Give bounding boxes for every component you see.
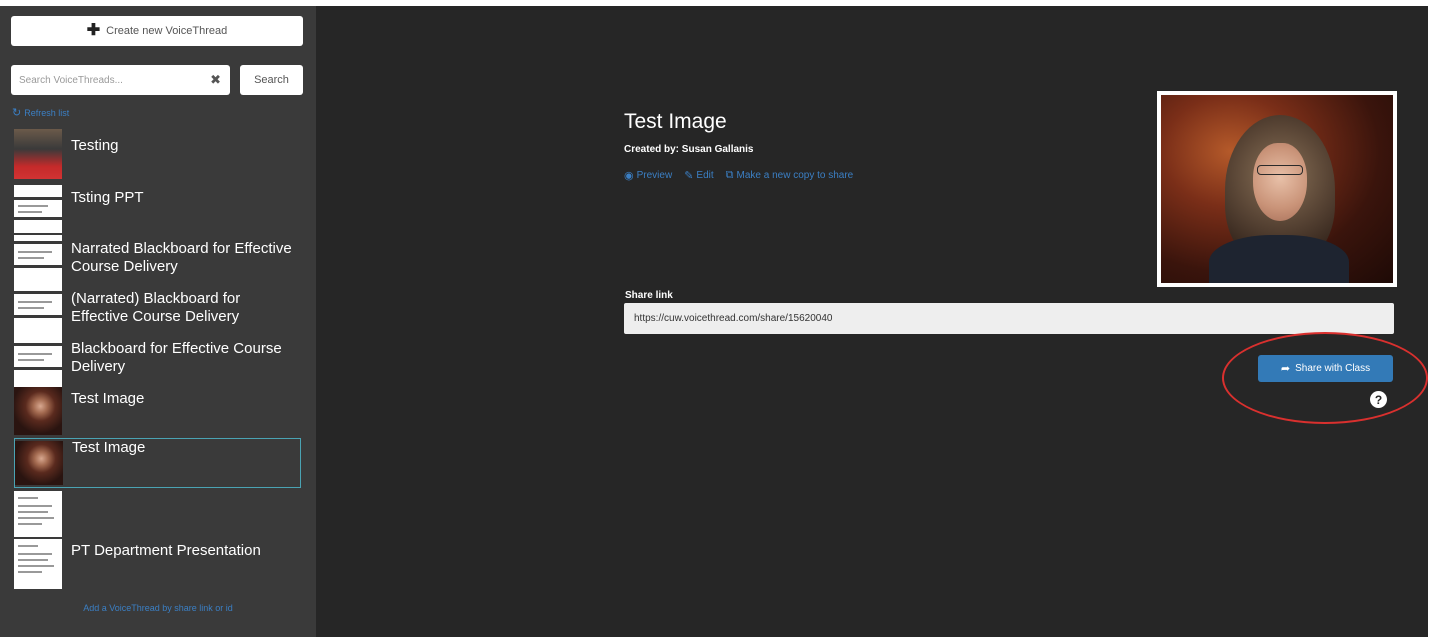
thread-title: Blackboard for Effective Course Delivery — [71, 340, 282, 375]
thread-thumbnail — [14, 387, 62, 435]
thread-item-pt-department[interactable]: PT Department Presentation — [14, 539, 301, 589]
thread-thumbnail — [14, 337, 62, 387]
thread-item-test-image-selected[interactable]: Test Image — [14, 438, 301, 488]
preview-label: Preview — [636, 170, 673, 181]
thread-thumbnail — [14, 185, 62, 233]
created-by-text: Created by: Susan Gallanis — [624, 144, 754, 155]
share-arrow-icon: ➦ — [1280, 363, 1291, 375]
refresh-list-link[interactable]: ↻ Refresh list — [12, 106, 69, 119]
search-button[interactable]: Search — [240, 65, 303, 95]
thread-thumbnail — [14, 539, 62, 589]
share-link-field[interactable]: https://cuw.voicethread.com/share/156200… — [624, 303, 1394, 334]
thread-thumbnail — [15, 441, 63, 485]
thread-item-tsting-ppt[interactable]: Tsting PPT — [14, 185, 301, 233]
thread-item-untitled[interactable] — [14, 489, 301, 537]
thread-thumbnail — [14, 491, 62, 537]
thread-title: Testing — [71, 137, 119, 154]
thread-title: Test Image — [72, 439, 146, 456]
thread-thumbnail — [14, 235, 62, 285]
thread-item-testing[interactable]: Testing — [14, 127, 301, 179]
refresh-list-label: Refresh list — [24, 107, 70, 118]
thread-title: PT Department Presentation — [71, 542, 261, 559]
share-with-class-label: Share with Class — [1295, 363, 1371, 374]
help-icon[interactable]: ? — [1370, 391, 1387, 408]
portrait-photo — [1161, 95, 1393, 283]
main-panel: Test Image Created by: Susan Gallanis ◉ … — [316, 6, 1428, 637]
edit-link[interactable]: ✎ Edit — [684, 169, 713, 182]
copy-icon: ⧉ — [725, 169, 734, 181]
refresh-icon: ↻ — [12, 107, 22, 119]
share-link-label: Share link — [625, 290, 673, 301]
thread-item-narrated-blackboard-2[interactable]: (Narrated) Blackboard for Effective Cour… — [14, 285, 301, 337]
search-box: ✖ — [11, 65, 230, 95]
share-with-class-button[interactable]: ➦ Share with Class — [1258, 355, 1393, 382]
search-input[interactable] — [11, 65, 201, 95]
thread-item-blackboard[interactable]: Blackboard for Effective Course Delivery — [14, 337, 301, 387]
copy-link[interactable]: ⧉ Make a new copy to share — [726, 169, 854, 182]
voicethread-preview-image — [1157, 91, 1397, 287]
action-links: ◉ Preview ✎ Edit ⧉ Make a new copy to sh… — [624, 169, 853, 182]
thread-thumbnail — [14, 129, 62, 179]
edit-icon: ✎ — [684, 170, 694, 182]
thread-title: Tsting PPT — [71, 189, 144, 206]
add-voicethread-link[interactable]: Add a VoiceThread by share link or id — [0, 603, 316, 613]
preview-link[interactable]: ◉ Preview — [624, 169, 672, 182]
thread-title: Narrated Blackboard for Effective Course… — [71, 240, 292, 275]
create-voicethread-label: Create new VoiceThread — [106, 25, 228, 37]
clear-search-icon[interactable]: ✖ — [210, 72, 221, 88]
copy-label: Make a new copy to share — [736, 170, 854, 181]
plus-icon: ✚ — [86, 22, 101, 39]
voicethread-title: Test Image — [624, 110, 727, 133]
app-window: ✚ Create new VoiceThread ✖ Search ↻ Refr… — [0, 0, 1437, 637]
edit-label: Edit — [696, 170, 714, 181]
thread-item-narrated-blackboard[interactable]: Narrated Blackboard for Effective Course… — [14, 235, 301, 285]
thread-title: (Narrated) Blackboard for Effective Cour… — [71, 290, 241, 325]
eye-icon: ◉ — [624, 170, 634, 182]
thread-title: Test Image — [71, 390, 145, 407]
create-voicethread-button[interactable]: ✚ Create new VoiceThread — [11, 16, 303, 46]
thread-item-test-image[interactable]: Test Image — [14, 385, 301, 435]
sidebar: ✚ Create new VoiceThread ✖ Search ↻ Refr… — [0, 6, 316, 637]
thread-thumbnail — [14, 285, 62, 337]
